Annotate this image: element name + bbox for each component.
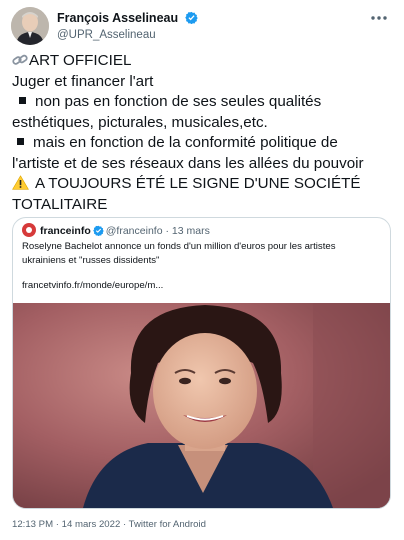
quoted-tweet[interactable]: franceinfo @franceinfo · 13 mars Roselyn… <box>12 217 391 509</box>
author-handle[interactable]: @UPR_Asselineau <box>57 28 198 43</box>
tweet-line-2: Juger et financer l'art <box>12 72 154 90</box>
quoted-date[interactable]: 13 mars <box>172 225 210 237</box>
tweet-line-7: A TOUJOURS ÉTÉ LE SIGNE D'UNE SOCIÉTÉ <box>12 174 396 195</box>
more-options-icon[interactable] <box>368 10 390 24</box>
tweet-line-3-text: non pas en fonction de ses seules qualit… <box>35 93 322 110</box>
quoted-author-handle[interactable]: @franceinfo <box>106 225 163 237</box>
tweet-date[interactable]: 14 mars 2022 <box>62 519 121 530</box>
footer-separator: · <box>55 519 59 530</box>
tweet-line-1: ART OFFICIEL <box>12 51 396 72</box>
quoted-tweet-header: franceinfo @franceinfo · 13 mars <box>22 223 210 238</box>
quoted-photo[interactable] <box>13 303 390 508</box>
quoted-text-line-1: Roselyne Bachelot annonce un fonds d'un … <box>22 241 336 252</box>
franceinfo-logo-icon[interactable] <box>22 223 36 237</box>
warning-icon <box>12 175 29 190</box>
tweet-line-5-text: mais en fonction de la conformité politi… <box>33 134 338 151</box>
tweet-line-6: l'artiste et de ses réseaux dans les all… <box>12 154 364 172</box>
tweet-source[interactable]: Twitter for Android <box>129 519 206 530</box>
tweet-time[interactable]: 12:13 PM <box>12 519 53 530</box>
author-info[interactable]: François Asselineau @UPR_Asselineau <box>57 9 198 43</box>
bullet-icon <box>19 97 26 105</box>
quoted-link[interactable]: francetvinfo.fr/monde/europe/m... <box>22 279 163 292</box>
tweet-card: François Asselineau @UPR_Asselineau ART … <box>0 0 404 540</box>
tweet-footer: 12:13 PM · 14 mars 2022 · Twitter for An… <box>12 519 206 530</box>
verified-badge-icon <box>184 11 198 24</box>
author-name[interactable]: François Asselineau <box>57 11 178 25</box>
footer-separator: · <box>122 519 127 530</box>
quoted-author-name[interactable]: franceinfo <box>40 225 91 237</box>
tweet-line-5: mais en fonction de la conformité politi… <box>12 133 396 154</box>
quoted-tweet-text: Roselyne Bachelot annonce un fonds d'un … <box>22 240 380 267</box>
tweet-text: ART OFFICIEL Juger et financer l'art non… <box>12 51 396 215</box>
tweet-line-4: esthétiques, picturales, musicales,etc. <box>12 113 268 131</box>
tweet-line-3: non pas en fonction de ses seules qualit… <box>12 92 396 113</box>
avatar[interactable] <box>11 7 49 45</box>
quoted-text-line-2: ukrainiens et "russes dissidents" <box>22 254 160 266</box>
bullet-icon <box>17 138 24 146</box>
verified-badge-icon <box>92 225 104 236</box>
link-icon <box>12 54 28 65</box>
tweet-line-7-text: A TOUJOURS ÉTÉ LE SIGNE D'UNE SOCIÉTÉ <box>35 175 361 192</box>
quoted-separator: · <box>165 225 169 237</box>
tweet-line-8: TOTALITAIRE <box>12 195 108 213</box>
tweet-line-1-text: ART OFFICIEL <box>29 52 132 69</box>
